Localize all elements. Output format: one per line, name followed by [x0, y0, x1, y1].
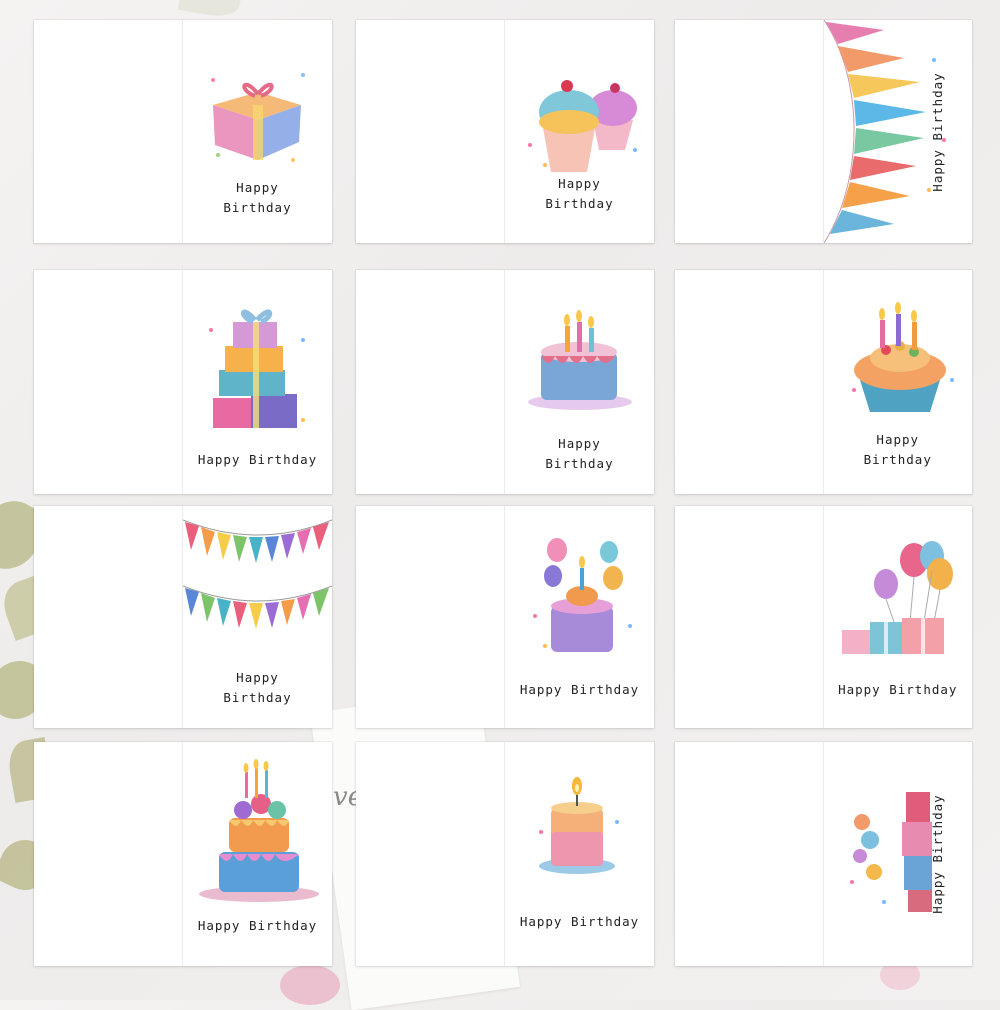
card-front-panel: Happy Birthday	[183, 506, 332, 728]
card-front-panel: Happy Birthday	[505, 506, 654, 728]
greeting-text: Happy Birthday	[519, 682, 640, 697]
pillar-candle-illustration	[539, 777, 619, 874]
birthday-card-pillar-candle[interactable]: Happy Birthday	[356, 742, 654, 966]
birthday-card-candle-cake[interactable]: Happy Birthday	[356, 270, 654, 494]
petal	[280, 965, 340, 1005]
greeting-text: Happy Birthday	[197, 452, 318, 467]
card-back-panel	[356, 742, 505, 966]
birthday-card-tiered-cake[interactable]: Happy Birthday	[34, 742, 332, 966]
birthday-card-gift-box[interactable]: Happy Birthday	[34, 20, 332, 243]
greeting-text: Happy Birthday	[838, 682, 958, 697]
eucalyptus-leaf	[177, 0, 243, 20]
card-back-panel	[356, 270, 505, 494]
card-front-panel: Happy Birthday	[824, 506, 973, 728]
vertical-bunting-illustration	[823, 20, 946, 243]
greeting-line-happy: Happy	[558, 176, 601, 191]
card-back-panel	[675, 20, 824, 243]
card-back-panel	[34, 270, 183, 494]
greeting-text-vertical: Happy Birthday	[930, 71, 945, 192]
card-back-panel	[34, 506, 183, 728]
birthday-card-cupcakes[interactable]: Happy Birthday	[356, 20, 654, 243]
greeting-text: Happy Birthday	[505, 434, 654, 474]
birthday-card-bunting-garland[interactable]: Happy Birthday	[34, 506, 332, 728]
card-front-panel: Happy Birthday	[824, 742, 973, 966]
card-front-panel: Happy Birthday	[183, 742, 332, 966]
greeting-line-birthday: Birthday	[545, 196, 614, 211]
greeting-line-happy: Happy	[236, 180, 279, 195]
card-front-panel: Happy Birthday	[505, 270, 654, 494]
greeting-line-birthday: Birthday	[545, 456, 614, 471]
card-front-panel: Happy Birthday	[183, 20, 332, 243]
greeting-line-birthday: Birthday	[223, 200, 292, 215]
card-front-panel: Happy Birthday	[505, 742, 654, 966]
birthday-card-balloon-cake[interactable]: Happy Birthday	[356, 506, 654, 728]
greeting-line-birthday: Birthday	[223, 690, 292, 705]
greeting-text: Happy Birthday	[183, 178, 332, 218]
card-front-panel: Happy Birthday	[824, 270, 973, 494]
greeting-line-birthday: Birthday	[863, 452, 932, 467]
greeting-text: Happy Birthday	[824, 430, 973, 470]
greeting-text: Happy Birthday	[183, 668, 332, 708]
card-back-panel	[675, 742, 824, 966]
card-front-panel: Happy Birthday	[823, 20, 973, 243]
birthday-card-present-tower[interactable]: Happy Birthday	[675, 742, 972, 966]
greeting-text: Happy Birthday	[505, 174, 654, 214]
birthday-card-gift-stack[interactable]: Happy Birthday	[34, 270, 332, 494]
card-back-panel	[675, 270, 824, 494]
card-front-panel: Happy Birthday	[183, 270, 332, 494]
present-tower-illustration	[849, 792, 932, 912]
greeting-text-vertical: Happy Birthday	[930, 794, 945, 914]
card-back-panel	[34, 742, 183, 966]
greeting-line-happy: Happy	[558, 436, 601, 451]
card-front-panel: Happy Birthday	[505, 20, 654, 243]
card-back-panel	[675, 506, 824, 728]
greeting-line-happy: Happy	[876, 432, 920, 447]
birthday-card-bunting-vertical[interactable]: Happy Birthday	[675, 20, 972, 243]
greeting-text: Happy Birthday	[519, 914, 640, 929]
greeting-line-happy: Happy	[236, 670, 279, 685]
birthday-card-cupcake-candles[interactable]: Happy Birthday	[675, 270, 972, 494]
greeting-text: Happy Birthday	[197, 918, 318, 933]
birthday-card-balloons-gifts[interactable]: Happy Birthday	[675, 506, 972, 728]
card-back-panel	[34, 20, 183, 243]
card-back-panel	[356, 20, 505, 243]
card-back-panel	[356, 506, 505, 728]
